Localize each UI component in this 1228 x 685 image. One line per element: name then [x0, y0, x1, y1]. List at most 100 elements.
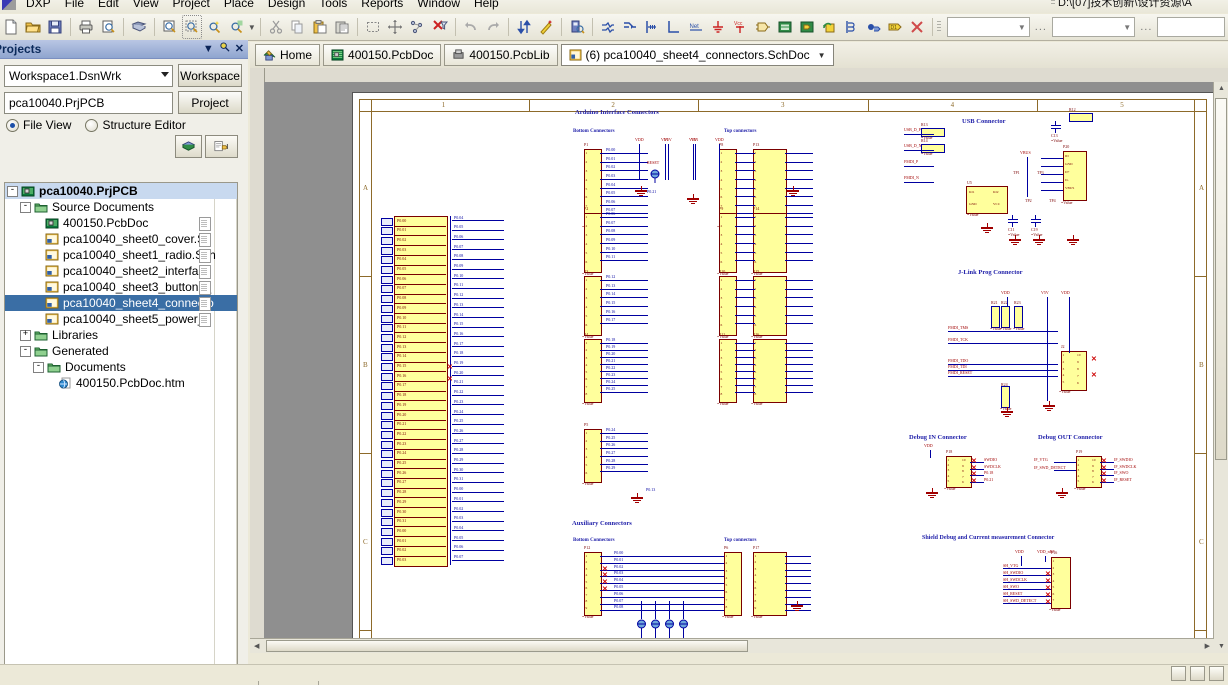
vertical-scroll-thumb[interactable]	[1215, 98, 1227, 460]
cut-icon[interactable]	[266, 15, 286, 39]
project-field[interactable]: pca10040.PrjPCB	[4, 91, 173, 114]
menu-item-help[interactable]: Help	[467, 0, 506, 11]
scroll-up-icon[interactable]: ▲	[1218, 85, 1225, 92]
menu-item-file[interactable]: File	[58, 0, 91, 11]
tree-item-0[interactable]: - pca10040.PrjPCB	[5, 183, 237, 199]
harness-icon[interactable]	[841, 15, 861, 39]
tree-expander-icon[interactable]: +	[20, 329, 31, 341]
canvas-vertical-scrollbar[interactable]: ▲ ▼	[1213, 82, 1228, 653]
tree-item-9[interactable]: + Libraries	[5, 327, 237, 343]
tree-item-5[interactable]: pca10040_sheet2_interface	[5, 263, 237, 279]
copy-icon[interactable]	[288, 15, 308, 39]
zoom-filtered-icon[interactable]	[227, 15, 247, 39]
device-sheet-icon[interactable]	[819, 15, 839, 39]
wand-icon[interactable]	[536, 15, 556, 39]
chevron-down-icon[interactable]: ▼	[203, 43, 214, 55]
bus-icon[interactable]	[620, 15, 640, 39]
tree-item-2[interactable]: 400150.PcbDoc	[5, 215, 237, 231]
status-icon-3[interactable]	[1209, 666, 1224, 681]
wire-icon[interactable]	[598, 15, 618, 39]
tree-item-4[interactable]: pca10040_sheet1_radio.Sch	[5, 247, 237, 263]
print-preview-icon[interactable]	[98, 15, 118, 39]
compile-icon[interactable]	[175, 135, 202, 158]
menu-item-place[interactable]: Place	[217, 0, 261, 11]
paste-special-icon[interactable]	[332, 15, 352, 39]
zoom-document-icon[interactable]	[160, 15, 180, 39]
menu-item-view[interactable]: View	[126, 0, 166, 11]
tree-item-10[interactable]: - Generated	[5, 343, 237, 359]
menu-item-tools[interactable]: Tools	[312, 0, 354, 11]
deselect-icon[interactable]	[407, 15, 427, 39]
zoom-dropdown-icon[interactable]: ▼	[248, 16, 256, 38]
sheet-entry-icon[interactable]	[797, 15, 817, 39]
browse-library-icon[interactable]	[567, 15, 587, 39]
print-icon[interactable]	[76, 15, 96, 39]
scroll-right-icon[interactable]: ▶	[1205, 642, 1210, 650]
line-icon[interactable]	[664, 15, 684, 39]
document-tab-1[interactable]: 400150.PcbDoc	[323, 44, 442, 66]
toolbar-combo-2[interactable]: ▼	[1051, 17, 1136, 37]
menu-item-edit[interactable]: Edit	[91, 0, 126, 11]
save-icon[interactable]	[45, 15, 65, 39]
menu-item-design[interactable]: Design	[261, 0, 312, 11]
tree-item-7[interactable]: pca10040_sheet4_connecto	[5, 295, 237, 311]
open-folder-icon[interactable]	[23, 15, 43, 39]
clear-filter-icon[interactable]	[430, 15, 450, 39]
updown-icon[interactable]	[514, 15, 534, 39]
document-tab-3[interactable]: (6) pca10040_sheet4_connectors.SchDoc ▼	[560, 44, 834, 66]
menu-item-window[interactable]: Window	[410, 0, 467, 11]
pin-icon[interactable]	[219, 42, 230, 56]
sheet-symbol-icon[interactable]	[775, 15, 795, 39]
workspace-button[interactable]: Workspace	[178, 64, 242, 87]
new-document-icon[interactable]	[1, 15, 21, 39]
no-erc-icon[interactable]	[907, 15, 927, 39]
project-button[interactable]: Project	[178, 91, 242, 114]
close-icon[interactable]: ✕	[235, 43, 244, 55]
status-icon-1[interactable]	[1171, 666, 1186, 681]
bus-entry-icon[interactable]	[642, 15, 662, 39]
menu-item-dxp[interactable]: DXP	[19, 0, 58, 11]
document-tab-0[interactable]: Home	[255, 44, 321, 66]
toolbar-ellipsis-1[interactable]: ...	[1033, 21, 1049, 33]
part-icon[interactable]	[752, 15, 772, 39]
redo-icon[interactable]	[483, 15, 503, 39]
toolbar-text-field[interactable]	[1157, 17, 1226, 37]
toolbar-ellipsis-2[interactable]: ...	[1138, 21, 1154, 33]
workspace-combo[interactable]: Workspace1.DsnWrk	[4, 64, 173, 87]
radio-structure-editor[interactable]: Structure Editor	[85, 118, 186, 132]
chevron-down-icon[interactable]: ▼	[818, 51, 826, 60]
toolbar-combo-1[interactable]: ▼	[946, 17, 1030, 37]
radio-file-view[interactable]: File View	[6, 118, 71, 132]
select-area-icon[interactable]	[363, 15, 383, 39]
tree-expander-icon[interactable]: -	[7, 185, 18, 197]
schematic-canvas[interactable]: 12345 12345 ABCD ABCD Arduino Interface …	[264, 82, 1214, 639]
horizontal-scroll-thumb[interactable]	[266, 640, 748, 652]
tree-item-6[interactable]: pca10040_sheet3_buttons_	[5, 279, 237, 295]
paste-icon[interactable]	[310, 15, 330, 39]
undo-icon[interactable]	[460, 15, 480, 39]
open-project-icon[interactable]	[129, 15, 149, 39]
scroll-left-icon[interactable]: ◀	[254, 642, 259, 650]
menu-item-project[interactable]: Project	[166, 0, 217, 11]
tree-item-1[interactable]: - Source Documents	[5, 199, 237, 215]
tree-item-12[interactable]: 400150.PcbDoc.htm	[5, 375, 237, 391]
vcc-icon[interactable]: Vcc	[730, 15, 750, 39]
menu-item-reports[interactable]: Reports	[354, 0, 410, 11]
harness-entry-icon[interactable]	[863, 15, 883, 39]
zoom-area-icon[interactable]	[182, 15, 203, 39]
tree-expander-icon[interactable]: -	[20, 345, 31, 357]
tree-item-3[interactable]: pca10040_sheet0_cover.Sc	[5, 231, 237, 247]
gnd-icon[interactable]	[708, 15, 728, 39]
canvas-horizontal-scrollbar[interactable]: ◀ ▶	[250, 638, 1214, 653]
document-tab-2[interactable]: 400150.PcbLib	[444, 44, 558, 66]
options-icon[interactable]	[205, 135, 238, 158]
status-icon-2[interactable]	[1190, 666, 1205, 681]
tree-expander-icon[interactable]: -	[33, 361, 44, 373]
tree-item-11[interactable]: - Documents	[5, 359, 237, 375]
port-icon[interactable]: D1	[885, 15, 905, 39]
document-path-field[interactable]: D:\[07]技术创新\设计资源\A	[1051, 0, 1226, 9]
project-tree[interactable]: - pca10040.PrjPCB - Source Documents 400150.…	[4, 182, 238, 676]
net-label-icon[interactable]: Net	[686, 15, 706, 39]
move-icon[interactable]	[385, 15, 405, 39]
zoom-selected-icon[interactable]	[204, 15, 224, 39]
